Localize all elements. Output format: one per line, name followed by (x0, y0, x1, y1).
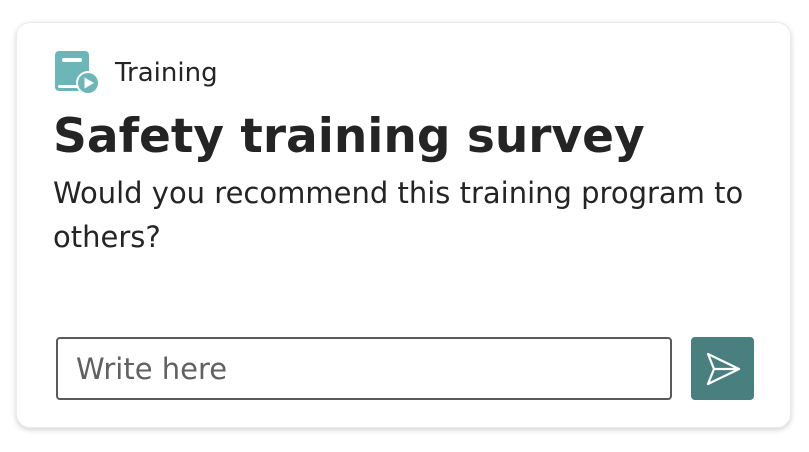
training-video-icon (55, 51, 100, 95)
survey-card: Training Safety training survey Would yo… (16, 22, 791, 428)
card-header: Training (53, 49, 218, 97)
answer-input[interactable] (56, 337, 672, 400)
survey-title: Safety training survey (53, 109, 645, 164)
survey-question: Would you recommend this training progra… (53, 176, 744, 254)
app-name: Training (115, 58, 218, 88)
send-button[interactable] (691, 337, 754, 400)
send-icon (706, 352, 740, 385)
